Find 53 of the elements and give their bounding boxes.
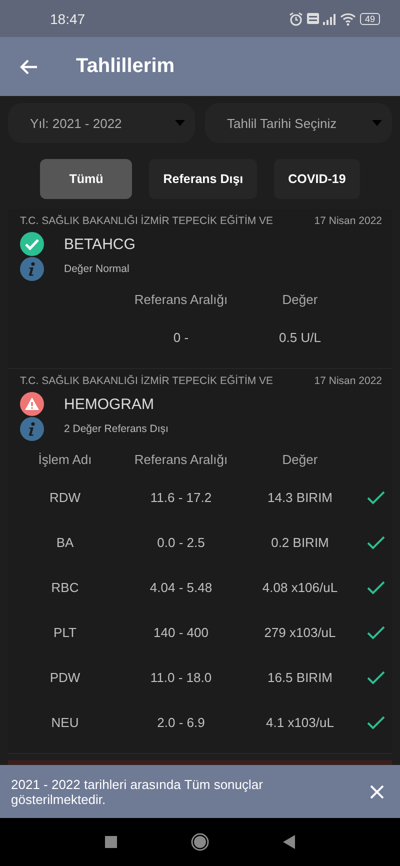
table-cell-text: 0.5 U/L xyxy=(279,329,321,347)
result-date: 17 Nisan 2022 xyxy=(314,215,382,227)
table-cell-text: RDW xyxy=(49,489,81,507)
status-time: 18:47 xyxy=(50,10,86,26)
column-header: Referans Aralığı xyxy=(134,451,228,469)
column-header: Değer xyxy=(282,291,318,309)
table-cell-text: 11.6 - 17.2 xyxy=(150,489,212,507)
filter-tab[interactable]: Referans Dışı xyxy=(149,159,258,199)
result-summary: 2 Değer Referans Dışı xyxy=(64,423,168,435)
result-summary: Değer Normal xyxy=(64,263,130,275)
institution-name: T.C. SAĞLIK BAKANLIĞI İZMİR TEPECİK EĞİTİM VE xyxy=(20,215,274,227)
dropdown[interactable]: Tahlil Tarihi Seçiniz xyxy=(205,103,392,143)
table-cell-text: 0.2 BIRIM xyxy=(271,534,329,552)
table-cell-text: RBC xyxy=(51,579,79,597)
wifi-icon xyxy=(340,12,356,26)
column-header: Referans Aralığı xyxy=(134,291,228,309)
table-cell-text: BA xyxy=(56,534,74,552)
table-cell-text: 0.0 - 2.5 xyxy=(157,534,205,552)
table-cell-text: 2.0 - 6.9 xyxy=(157,714,205,732)
home-button[interactable] xyxy=(191,833,209,851)
info-icon xyxy=(20,417,44,441)
institution-name: T.C. SAĞLIK BAKANLIĞI İZMİR TEPECİK EĞİTİM VE xyxy=(20,375,274,387)
table-cell-text: 4.08 x106/uL xyxy=(262,579,338,597)
filter-tab[interactable]: Tümü xyxy=(40,159,132,199)
info-icon xyxy=(20,257,44,281)
caret-icon xyxy=(175,120,185,126)
screen-title: Tahlillerim xyxy=(76,55,175,78)
battery-icon: 49 xyxy=(360,12,380,24)
table-cell-text: 0 - xyxy=(173,329,189,347)
table-cell-text: NEU xyxy=(51,714,79,732)
table-cell-text: 14.3 BIRIM xyxy=(267,489,333,507)
caret-icon xyxy=(372,120,382,126)
test-name: HEMOGRAM xyxy=(64,396,154,412)
snackbar-message: 2021 - 2022 tarihleri arasında Tüm sonuçlar gösterilmektedir. xyxy=(11,776,264,806)
alarm-icon xyxy=(288,12,303,26)
table-cell-text: PDW xyxy=(50,669,80,687)
test-name: BETAHCG xyxy=(64,236,136,252)
column-header: İşlem Adı xyxy=(38,451,92,469)
filter-tab[interactable]: COVID-19 xyxy=(274,159,360,199)
column-header: Değer xyxy=(282,451,318,469)
table-cell-text: 4.04 - 5.48 xyxy=(150,579,212,597)
result-date: 17 Nisan 2022 xyxy=(314,375,382,387)
table-cell-text: 4.1 x103/uL xyxy=(266,714,334,732)
table-cell-text: PLT xyxy=(54,624,76,642)
table-cell-text: 16.5 BIRIM xyxy=(267,669,333,687)
table-cell-text: 140 - 400 xyxy=(154,624,208,642)
table-cell-text: 279 x103/uL xyxy=(264,624,336,642)
dropdown[interactable]: Yıl: 2021 - 2022 xyxy=(8,103,195,143)
back-nav-button[interactable] xyxy=(283,835,295,849)
back-arrow-icon xyxy=(20,58,38,74)
network-type-icon xyxy=(306,12,319,25)
table-cell-text: 11.0 - 18.0 xyxy=(150,669,212,687)
signal-icon xyxy=(322,12,336,24)
